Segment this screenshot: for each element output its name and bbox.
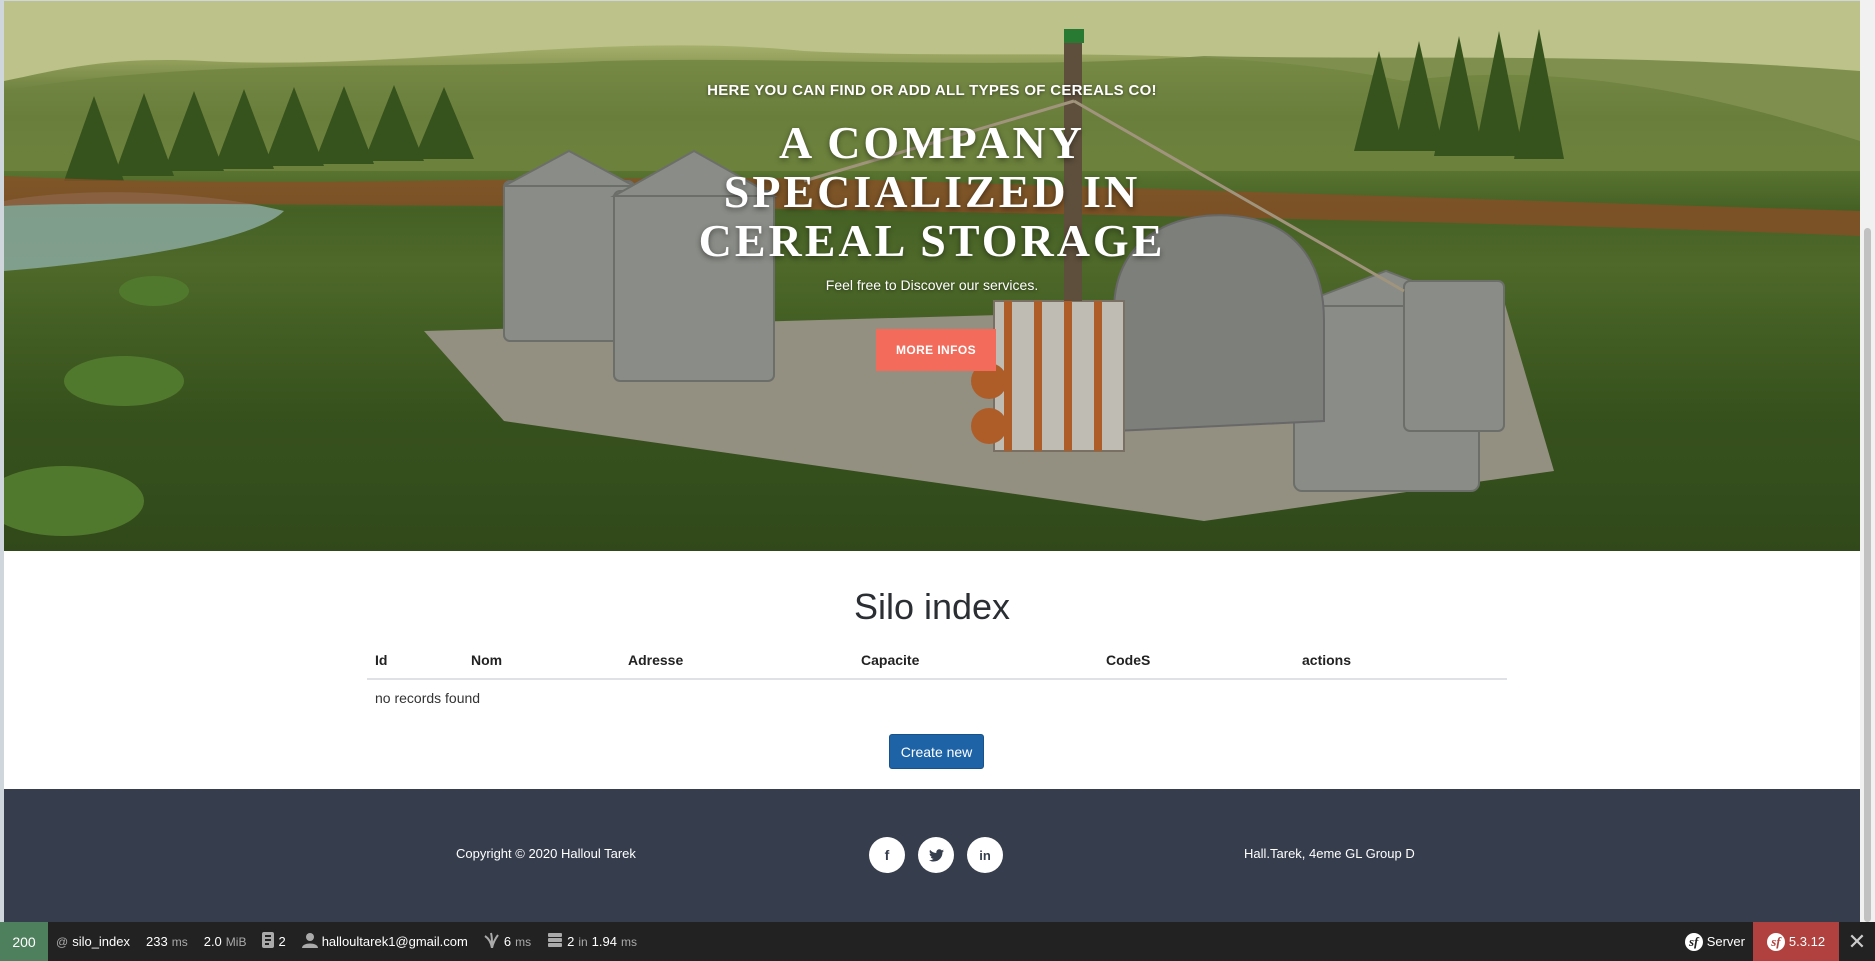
- browser-viewport: HERE YOU CAN FIND OR ADD ALL TYPES OF CE…: [0, 0, 1860, 922]
- page-title: Silo index: [853, 586, 1011, 627]
- user-email: halloultarek1@gmail.com: [321, 934, 468, 949]
- memory-value: 2.0: [203, 934, 222, 949]
- user-item[interactable]: halloultarek1@gmail.com: [294, 922, 476, 961]
- column-header-nom: Nom: [463, 641, 620, 680]
- symfony-version: 5.3.12: [1788, 934, 1826, 949]
- hero-title-line: CEREAL STORAGE: [698, 215, 1166, 266]
- hero-title: A COMPANY SPECIALIZED IN CEREAL STORAGE: [4, 118, 1860, 265]
- status-code-badge[interactable]: 200: [0, 922, 48, 961]
- db-queries: 2: [567, 934, 575, 949]
- scrollbar-thumb[interactable]: [1864, 228, 1871, 922]
- route-item[interactable]: @ silo_index: [48, 922, 138, 961]
- silo-table: Id Nom Adresse Capacite CodeS actions no…: [367, 641, 1507, 716]
- db-unit: ms: [620, 934, 637, 949]
- hero-title-line: A COMPANY: [779, 117, 1085, 168]
- twig-unit: ms: [515, 934, 532, 949]
- symfony-version-item[interactable]: sf 5.3.12: [1753, 922, 1839, 961]
- forms-count: 2: [278, 934, 286, 949]
- column-header-capacite: Capacite: [853, 641, 1098, 680]
- server-label: Server: [1706, 934, 1745, 949]
- time-value: 233: [146, 934, 168, 949]
- linkedin-icon[interactable]: in: [967, 837, 1003, 873]
- column-header-codes: CodeS: [1098, 641, 1294, 680]
- twig-item[interactable]: 6 ms: [476, 922, 539, 961]
- symfony-icon: sf: [1766, 932, 1785, 951]
- empty-message: no records found: [375, 690, 481, 706]
- more-infos-button[interactable]: MORE INFOS: [876, 329, 996, 371]
- hero-title-line: SPECIALIZED IN: [723, 166, 1141, 217]
- memory-unit: MiB: [225, 934, 247, 949]
- table-header-row: Id Nom Adresse Capacite CodeS actions: [367, 641, 1507, 680]
- twitter-icon[interactable]: [918, 837, 954, 873]
- twig-time: 6: [503, 934, 512, 949]
- site-footer: Copyright © 2020 Halloul Tarek f in Hall…: [4, 789, 1860, 922]
- form-icon: [262, 932, 275, 951]
- vertical-scrollbar[interactable]: [1860, 0, 1875, 922]
- column-header-id: Id: [367, 641, 463, 680]
- db-in: in: [578, 934, 588, 949]
- server-item[interactable]: sf Server: [1677, 922, 1753, 961]
- close-icon[interactable]: ✕: [1839, 922, 1875, 961]
- forms-item[interactable]: 2: [254, 922, 293, 961]
- time-unit: ms: [171, 934, 188, 949]
- facebook-icon[interactable]: f: [869, 837, 905, 873]
- hero-eyebrow: HERE YOU CAN FIND OR ADD ALL TYPES OF CE…: [707, 82, 1157, 99]
- route-name: silo_index: [72, 934, 131, 949]
- user-icon: [301, 932, 318, 951]
- time-item[interactable]: 233 ms: [138, 922, 196, 961]
- column-header-actions: actions: [1294, 641, 1507, 680]
- memory-item[interactable]: 2.0 MiB: [196, 922, 255, 961]
- footer-address: Hall.Tarek, 4eme GL Group D: [1244, 846, 1415, 861]
- symfony-icon: sf: [1684, 932, 1703, 951]
- hero-banner: HERE YOU CAN FIND OR ADD ALL TYPES OF CE…: [4, 1, 1860, 551]
- database-icon: [547, 932, 563, 951]
- db-time: 1.94: [591, 934, 617, 949]
- table-row: no records found: [367, 679, 1507, 716]
- column-header-adresse: Adresse: [620, 641, 853, 680]
- at-icon: @: [56, 934, 69, 949]
- twig-icon: [484, 932, 500, 951]
- create-new-button[interactable]: Create new: [889, 734, 984, 769]
- database-item[interactable]: 2 in 1.94 ms: [539, 922, 645, 961]
- hero-subtitle: Feel free to Discover our services.: [825, 277, 1039, 293]
- footer-copyright: Copyright © 2020 Halloul Tarek: [456, 846, 636, 861]
- symfony-debug-toolbar: 200 @ silo_index 233 ms 2.0 MiB 2 hallou…: [0, 922, 1875, 961]
